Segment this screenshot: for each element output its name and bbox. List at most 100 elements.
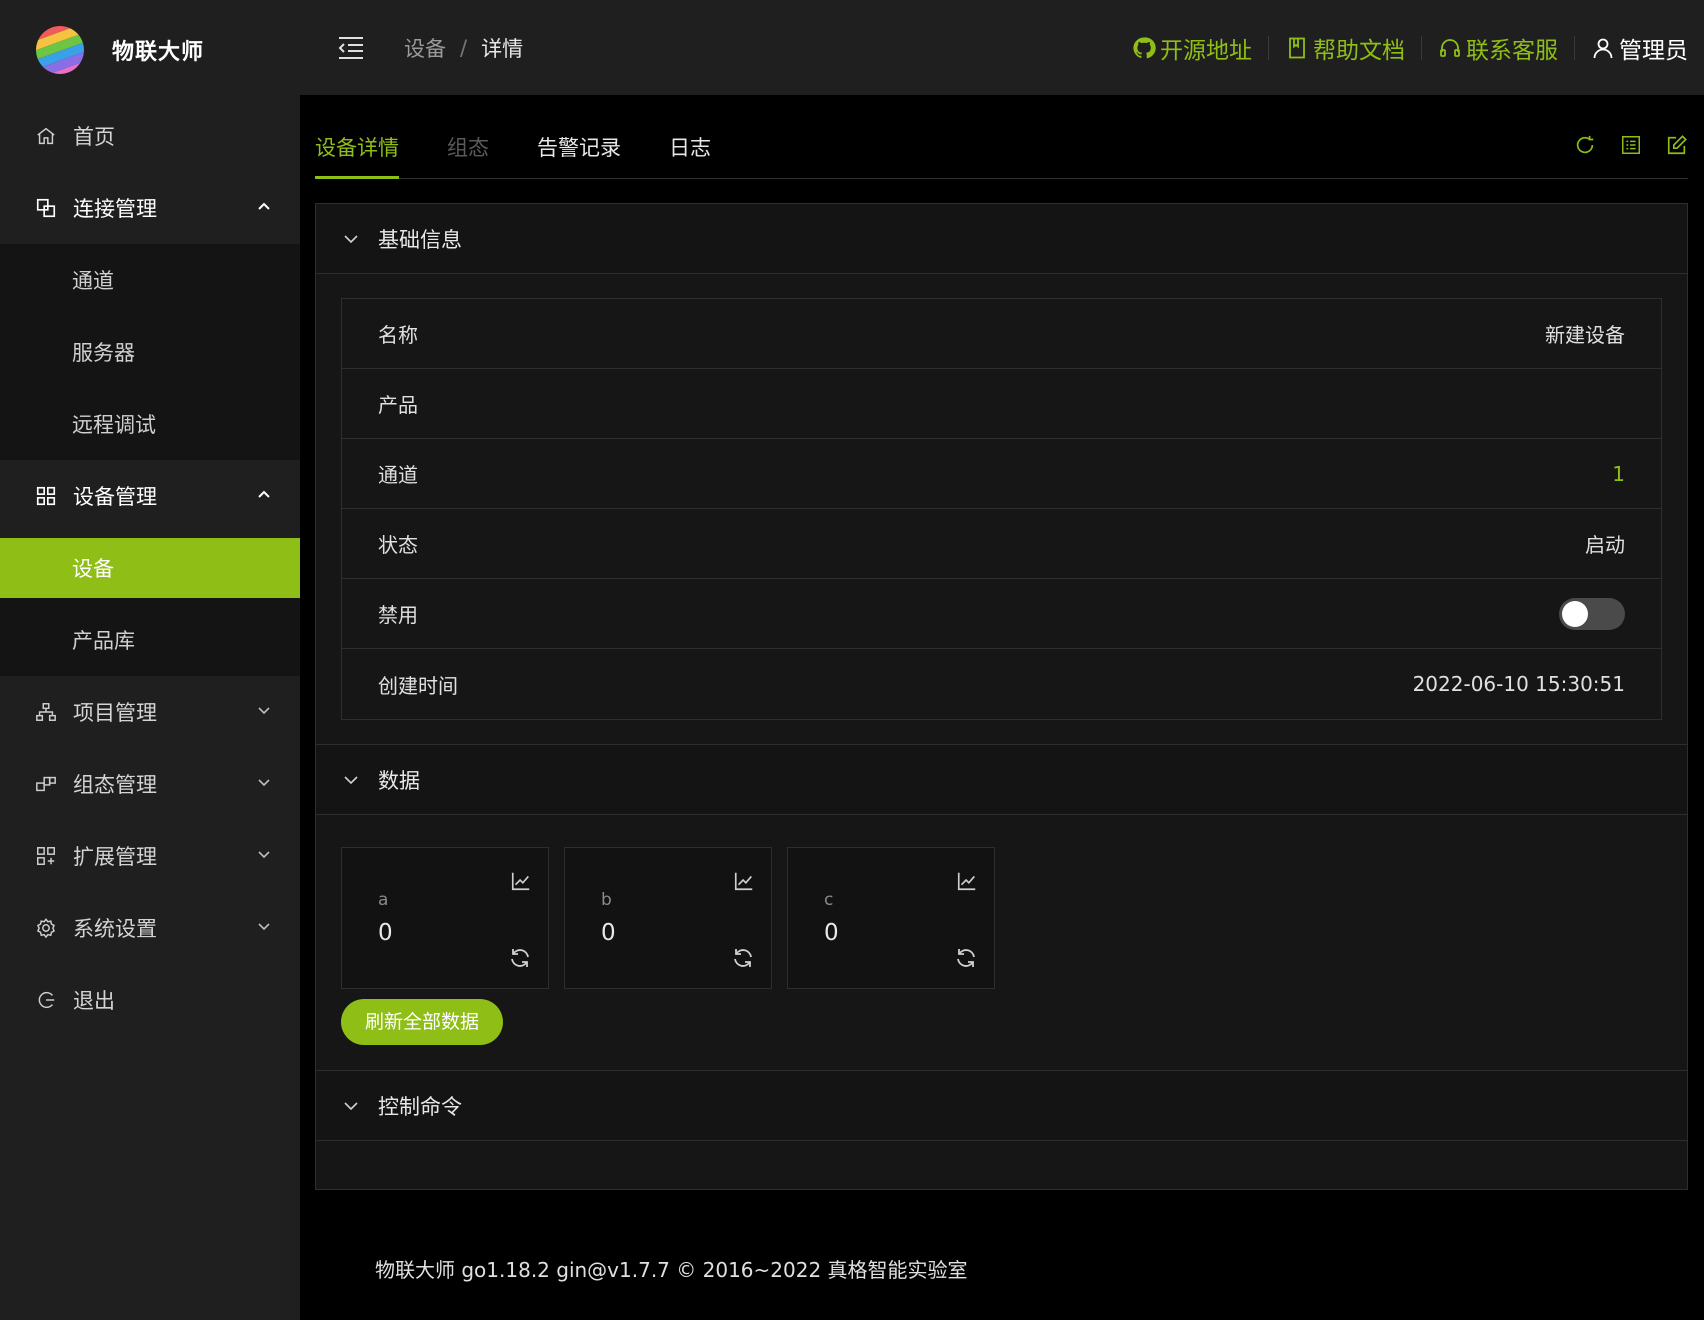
sidebar-item-device[interactable]: 设备 <box>0 538 300 598</box>
tab-logs[interactable]: 日志 <box>669 132 711 162</box>
sidebar-item-home[interactable]: 首页 <box>0 100 300 172</box>
line-chart-icon[interactable] <box>510 870 532 892</box>
refresh-all-button[interactable]: 刷新全部数据 <box>341 999 504 1045</box>
sidebar-item-connection[interactable]: 连接管理 <box>0 172 300 244</box>
basic-info-table: 名称 新建设备 产品 通道 1 状态 启动 禁用 创建时间 2022-06-10… <box>341 298 1662 720</box>
divider <box>1574 35 1575 60</box>
list-icon[interactable] <box>1620 134 1642 156</box>
tab-device-detail[interactable]: 设备详情 <box>315 132 399 162</box>
blocks-icon <box>35 773 57 795</box>
panel-title: 控制命令 <box>378 1094 462 1119</box>
chevron-down-icon <box>258 779 270 787</box>
line-chart-icon[interactable] <box>733 870 755 892</box>
data-point-name: c <box>824 890 834 910</box>
sidebar-item-label: 设备管理 <box>73 485 157 509</box>
info-row-product: 产品 <box>342 369 1661 439</box>
chevron-down-icon <box>258 851 270 859</box>
submenu-connection: 通道 服务器 远程调试 <box>0 244 300 460</box>
logo-icon <box>36 26 84 74</box>
sidebar-item-remote-debug[interactable]: 远程调试 <box>0 388 300 460</box>
panel-basic-body: 名称 新建设备 产品 通道 1 状态 启动 禁用 创建时间 2022-06-10… <box>316 274 1687 745</box>
tab-active-indicator <box>315 176 399 179</box>
info-row-disabled: 禁用 <box>342 579 1661 649</box>
chevron-down-icon <box>344 1101 358 1110</box>
breadcrumb-current: 详情 <box>481 36 524 61</box>
headset-icon <box>1440 38 1460 57</box>
chevron-down-icon <box>344 234 358 243</box>
panel-command-body <box>316 1141 1687 1189</box>
data-point-cards: a 0 b 0 c 0 <box>341 839 1662 989</box>
edit-icon[interactable] <box>1666 134 1688 156</box>
info-value: 启动 <box>1585 533 1625 557</box>
help-docs-link[interactable]: 帮助文档 <box>1285 31 1405 65</box>
book-icon <box>1289 37 1305 58</box>
sidebar-item-project[interactable]: 项目管理 <box>0 676 300 748</box>
data-point-card: a 0 <box>341 847 549 989</box>
data-point-name: a <box>378 890 389 910</box>
data-point-name: b <box>601 890 612 910</box>
logo[interactable]: 物联大师 <box>0 0 300 100</box>
tab-scada: 组态 <box>447 136 489 160</box>
breadcrumb-separator: / <box>460 35 468 60</box>
refresh-icon[interactable] <box>954 946 978 970</box>
refresh-icon[interactable] <box>1574 134 1596 156</box>
sidebar-item-logout[interactable]: 退出 <box>0 964 300 1036</box>
breadcrumb-devices[interactable]: 设备 <box>404 33 446 63</box>
apps-icon <box>35 845 57 867</box>
breadcrumb: 设备 / 详情 <box>404 33 523 63</box>
user-icon <box>1593 38 1613 58</box>
divider <box>1268 35 1269 60</box>
disable-toggle[interactable] <box>1559 597 1625 630</box>
panel-data-header[interactable]: 数据 <box>316 745 1687 815</box>
data-point-card: c 0 <box>787 847 995 989</box>
channel-link[interactable]: 1 <box>1612 462 1625 486</box>
panel-command-header[interactable]: 控制命令 <box>316 1071 1687 1141</box>
refresh-icon[interactable] <box>508 946 532 970</box>
github-icon <box>1133 36 1156 58</box>
toggle-knob <box>1562 600 1588 627</box>
header-actions: 开源地址 帮助文档 联系客服 管理员 <box>1132 0 1688 95</box>
footer-copyright: 物联大师 go1.18.2 gin@v1.7.7 © 2016~2022 真格智… <box>375 1258 968 1282</box>
sidebar-item-extension[interactable]: 扩展管理 <box>0 820 300 892</box>
panel-title: 基础信息 <box>378 227 462 252</box>
tab-alarm-records[interactable]: 告警记录 <box>537 132 621 162</box>
detail-tabs: 设备详情 组态 告警记录 日志 <box>315 110 1688 179</box>
data-point-value: 0 <box>824 920 839 946</box>
line-chart-icon[interactable] <box>956 870 978 892</box>
sidebar-item-label: 项目管理 <box>73 701 157 725</box>
menu-fold-icon[interactable] <box>336 33 366 63</box>
info-row-created: 创建时间 2022-06-10 15:30:51 <box>342 649 1661 719</box>
tab-toolbar <box>1550 134 1688 156</box>
sidebar-item-scada[interactable]: 组态管理 <box>0 748 300 820</box>
info-row-status: 状态 启动 <box>342 509 1661 579</box>
sidebar-item-product-lib[interactable]: 产品库 <box>0 604 300 676</box>
contact-support-link[interactable]: 联系客服 <box>1438 31 1558 65</box>
info-label: 创建时间 <box>378 673 458 698</box>
top-header: 设备 / 详情 开源地址 帮助文档 联系客服 管理员 <box>300 0 1704 95</box>
info-row-name: 名称 新建设备 <box>342 299 1661 369</box>
sidebar-item-device-mgmt[interactable]: 设备管理 <box>0 460 300 532</box>
chevron-up-icon <box>258 202 270 210</box>
refresh-icon[interactable] <box>731 946 755 970</box>
gear-icon <box>35 917 57 939</box>
sidebar-item-settings[interactable]: 系统设置 <box>0 892 300 964</box>
sitemap-icon <box>35 701 57 723</box>
info-label: 产品 <box>378 393 418 417</box>
sidebar-item-label: 首页 <box>73 125 115 149</box>
source-code-link[interactable]: 开源地址 <box>1132 31 1252 65</box>
data-point-value: 0 <box>601 920 616 946</box>
info-label: 状态 <box>378 533 418 557</box>
sidebar-item-label: 扩展管理 <box>73 845 157 869</box>
sidebar-item-server[interactable]: 服务器 <box>0 316 300 388</box>
data-point-value: 0 <box>378 920 393 946</box>
panel-basic-header[interactable]: 基础信息 <box>316 204 1687 274</box>
user-menu[interactable]: 管理员 <box>1591 31 1688 65</box>
info-row-channel: 通道 1 <box>342 439 1661 509</box>
contact-support-label: 联系客服 <box>1466 37 1558 64</box>
app-root: 物联大师 首页 连接管理 通道 服务器 远程调试 设备管理 设备 产品库 项目管… <box>0 0 1704 1320</box>
info-value: 2022-06-10 15:30:51 <box>1412 672 1625 696</box>
panel-data-body: a 0 b 0 c 0 刷新全部数据 <box>316 815 1687 1071</box>
sidebar-item-channel[interactable]: 通道 <box>0 244 300 316</box>
source-code-label: 开源地址 <box>1160 37 1252 64</box>
sidebar-item-label: 退出 <box>73 989 115 1013</box>
